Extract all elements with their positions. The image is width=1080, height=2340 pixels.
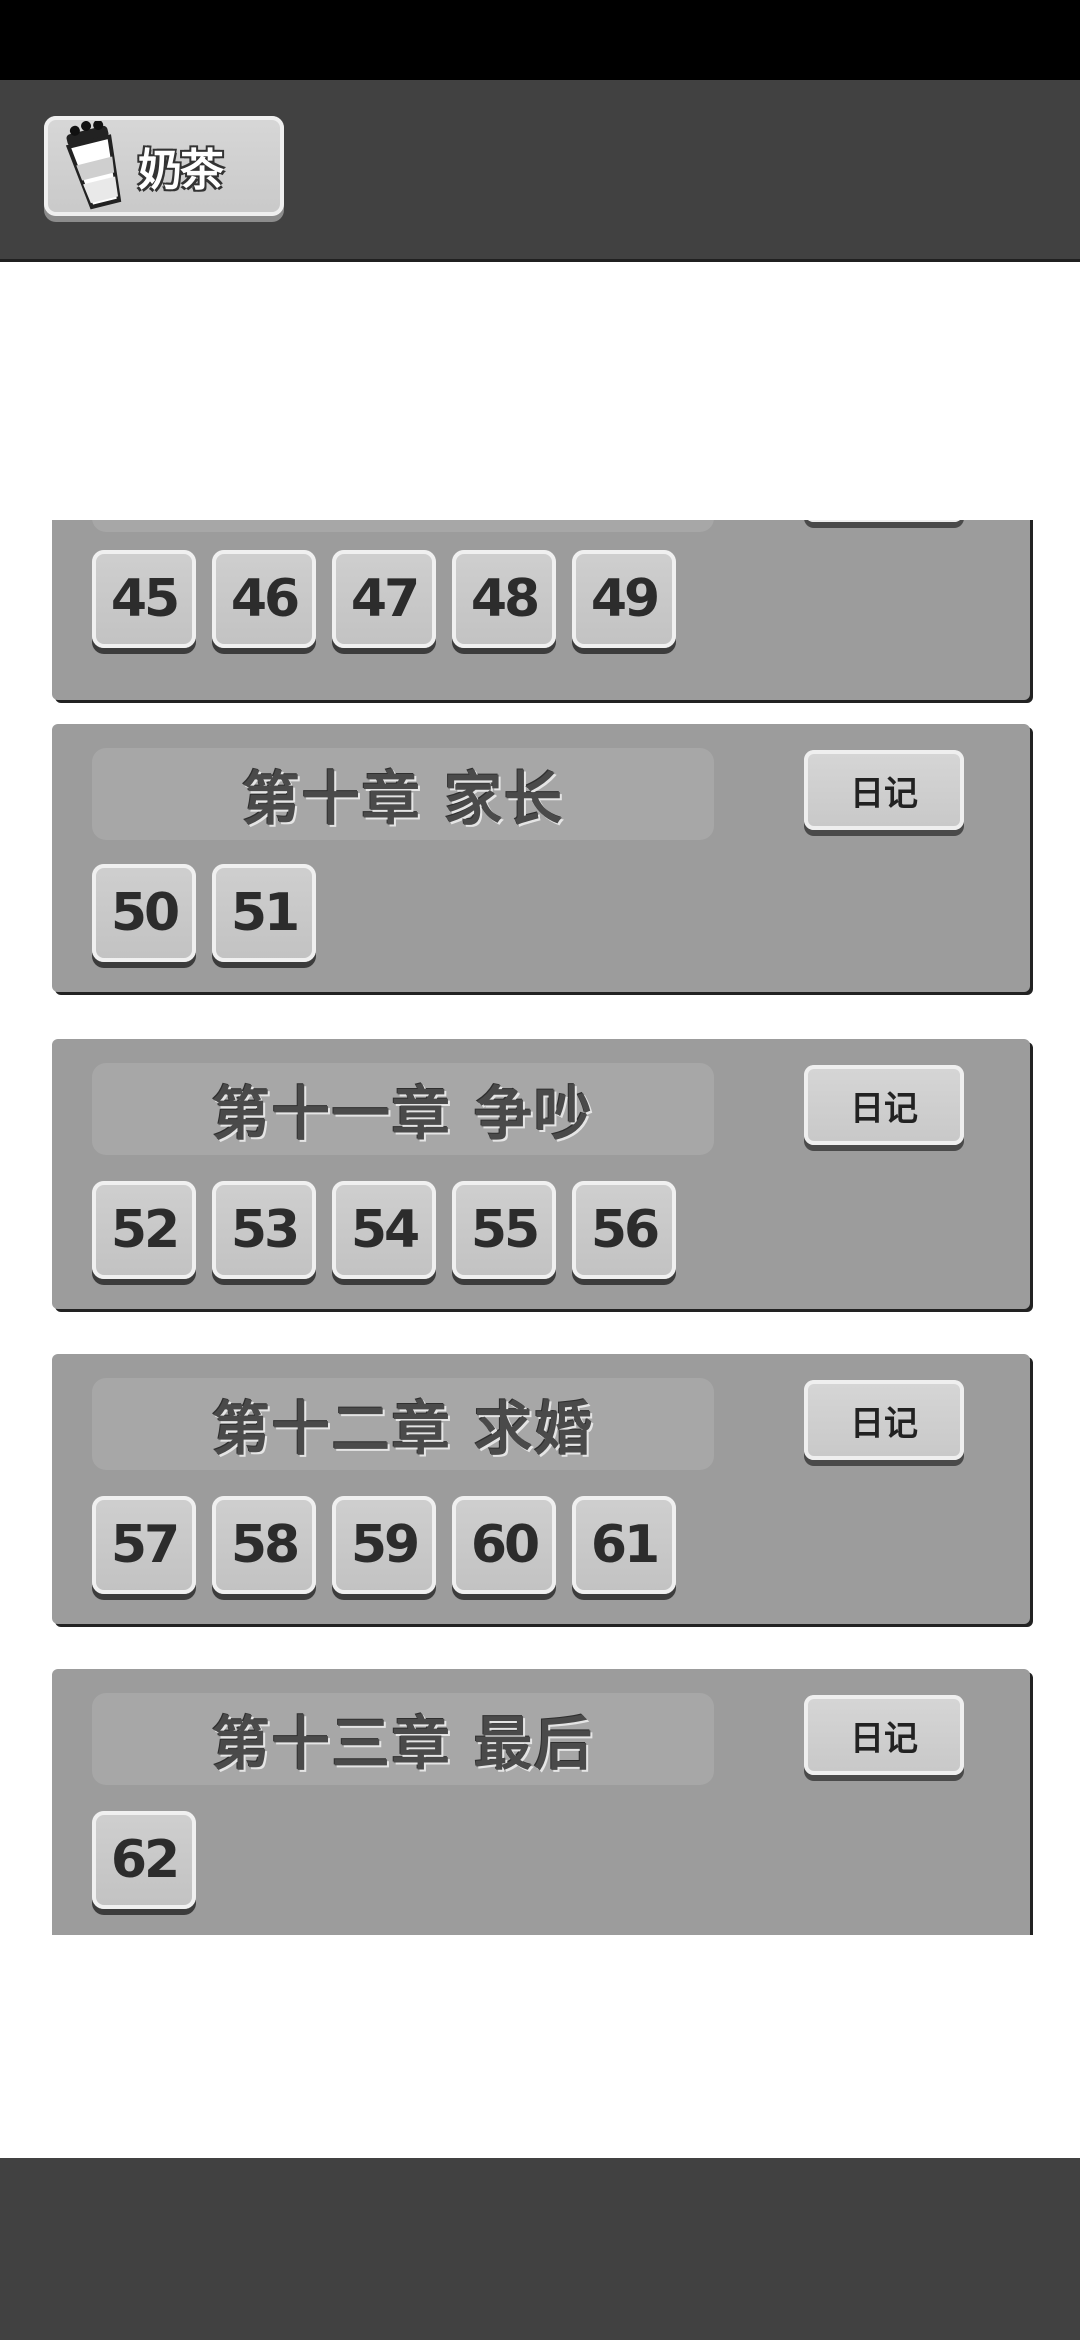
level-button[interactable]: 54 xyxy=(332,1181,436,1279)
chapter-card: 第十二章 求婚 日记 57 58 59 60 61 xyxy=(52,1354,1030,1624)
chapter-title-box: 第十二章 求婚 xyxy=(92,1378,714,1470)
chapter-card: 第十三章 最后 日记 62 xyxy=(52,1669,1030,1935)
level-row: 50 51 xyxy=(92,864,316,962)
level-button[interactable]: 55 xyxy=(452,1181,556,1279)
level-button[interactable]: 49 xyxy=(572,550,676,648)
level-button[interactable]: 50 xyxy=(92,864,196,962)
diary-button[interactable] xyxy=(804,520,964,522)
chapter-card: 第十一章 争吵 日记 52 53 54 55 56 xyxy=(52,1039,1030,1309)
level-button[interactable]: 52 xyxy=(92,1181,196,1279)
level-button[interactable]: 59 xyxy=(332,1496,436,1594)
level-button[interactable]: 61 xyxy=(572,1496,676,1594)
level-button[interactable]: 47 xyxy=(332,550,436,648)
chapter-title: 第十二章 求婚 xyxy=(211,1395,595,1463)
milk-tea-label: 奶茶 xyxy=(138,145,224,196)
diary-button[interactable]: 日记 xyxy=(804,750,964,830)
chapter-title: 第十章 家长 xyxy=(241,765,565,833)
chapter-title: 第十一章 争吵 xyxy=(211,1080,595,1148)
chapter-title-box xyxy=(92,520,714,532)
level-button[interactable]: 53 xyxy=(212,1181,316,1279)
chapter-card: 45 46 47 48 49 xyxy=(52,520,1030,700)
chapter-card: 第十章 家长 日记 50 51 xyxy=(52,724,1030,992)
level-button[interactable]: 45 xyxy=(92,550,196,648)
chapter-title-box: 第十三章 最后 xyxy=(92,1693,714,1785)
level-button[interactable]: 60 xyxy=(452,1496,556,1594)
level-button[interactable]: 62 xyxy=(92,1811,196,1909)
level-button[interactable]: 51 xyxy=(212,864,316,962)
chapter-title-box: 第十一章 争吵 xyxy=(92,1063,714,1155)
level-row: 45 46 47 48 49 xyxy=(92,550,676,648)
level-button[interactable]: 56 xyxy=(572,1181,676,1279)
status-bar xyxy=(0,0,1080,80)
chapter-list[interactable]: 45 46 47 48 49 第十章 家长 日记 50 51 第十一章 争吵 日… xyxy=(0,520,1080,1935)
diary-button[interactable]: 日记 xyxy=(804,1695,964,1775)
level-button[interactable]: 57 xyxy=(92,1496,196,1594)
level-row: 62 xyxy=(92,1811,196,1909)
chapter-title: 第十三章 最后 xyxy=(211,1710,595,1778)
level-button[interactable]: 46 xyxy=(212,550,316,648)
milk-tea-button[interactable]: 奶茶 xyxy=(44,116,284,216)
level-row: 57 58 59 60 61 xyxy=(92,1496,676,1594)
bottom-bar xyxy=(0,2158,1080,2340)
level-button[interactable]: 58 xyxy=(212,1496,316,1594)
chapter-title-box: 第十章 家长 xyxy=(92,748,714,840)
diary-button[interactable]: 日记 xyxy=(804,1380,964,1460)
level-button[interactable]: 48 xyxy=(452,550,556,648)
milk-tea-cup-icon xyxy=(65,121,122,210)
diary-button[interactable]: 日记 xyxy=(804,1065,964,1145)
level-row: 52 53 54 55 56 xyxy=(92,1181,676,1279)
